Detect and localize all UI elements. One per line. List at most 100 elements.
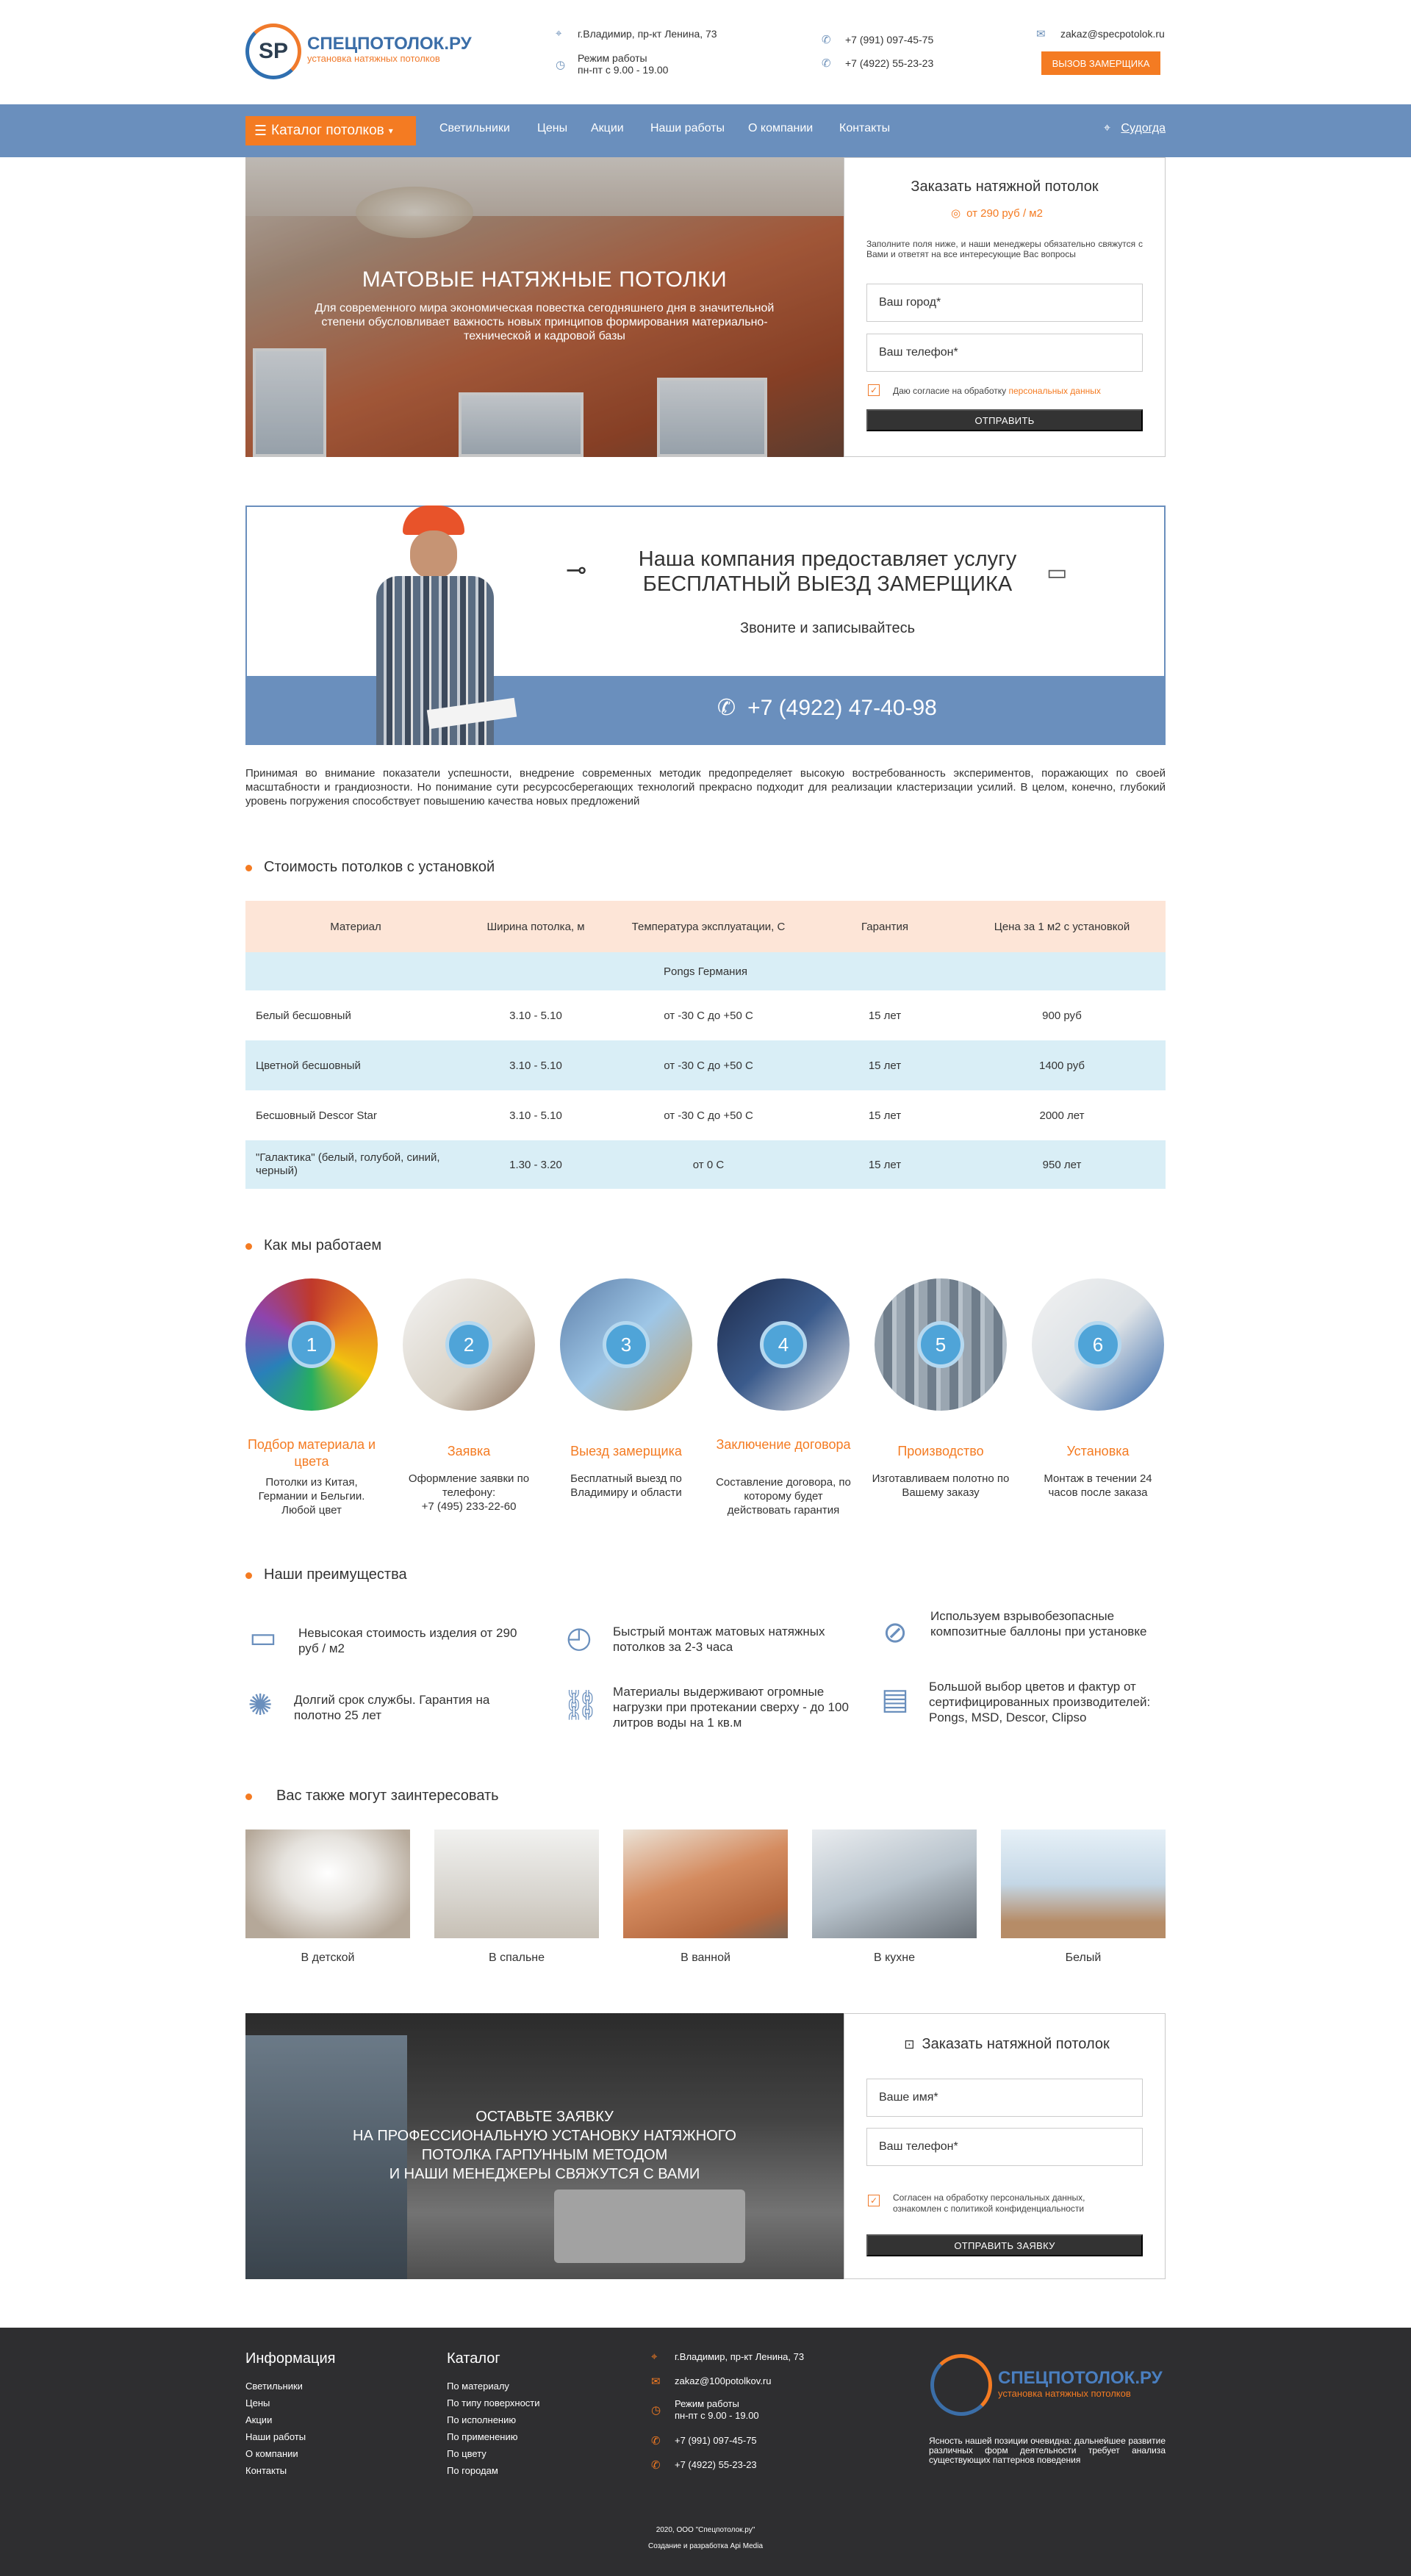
- interest-label[interactable]: Белый: [1001, 1951, 1166, 1965]
- banner-line-1: Наша компания предоставляет услугу: [638, 547, 1017, 571]
- table-cell: от -30 С до +50 С: [664, 1009, 753, 1022]
- interest-label[interactable]: В спальне: [434, 1951, 599, 1965]
- stopwatch-icon: ◴: [566, 1622, 592, 1654]
- logo-mark[interactable]: SP: [245, 24, 301, 79]
- footer-logo-name[interactable]: СПЕЦПОТОЛОК.РУ: [998, 2368, 1163, 2389]
- submit-button[interactable]: ОТПРАВИТЬ: [866, 409, 1143, 431]
- interest-image[interactable]: [434, 1830, 599, 1938]
- footer-logo-mark[interactable]: [930, 2354, 992, 2416]
- section-bullet: [245, 1794, 252, 1800]
- footer-address: г.Владимир, пр-кт Ленина, 73: [675, 2351, 805, 2362]
- footer-link[interactable]: Цены: [245, 2397, 270, 2408]
- map-pin-icon: ⌖: [556, 27, 562, 40]
- advantage-text: Быстрый монтаж матовых натяжных потолков…: [613, 1625, 825, 1654]
- phone-icon: ✆: [822, 34, 831, 46]
- interest-label[interactable]: В ванной: [623, 1951, 788, 1965]
- step-number: 6: [1074, 1321, 1121, 1368]
- interest-label[interactable]: В детской: [245, 1951, 410, 1965]
- footer-link[interactable]: По цвету: [447, 2448, 487, 2459]
- table-cell: 15 лет: [868, 1109, 902, 1122]
- phone-icon: ✆: [651, 2435, 661, 2447]
- step-title: Производство: [897, 1444, 984, 1458]
- submit-request-button[interactable]: ОТПРАВИТЬ ЗАЯВКУ: [866, 2234, 1143, 2256]
- table-header-cell: Цена за 1 м2 с установкой: [994, 920, 1130, 933]
- table-header: Материал Ширина потолка, м Температура э…: [245, 901, 1166, 952]
- step-number: 2: [445, 1321, 492, 1368]
- footer-link[interactable]: Контакты: [245, 2465, 287, 2476]
- footer-link[interactable]: Наши работы: [245, 2431, 306, 2442]
- catalog-label: Каталог потолков: [271, 123, 384, 138]
- coins-icon: ◎: [951, 207, 961, 220]
- banner-cta: Звоните и записывайтесь: [739, 620, 915, 636]
- footer-email[interactable]: zakaz@100potolkov.ru: [675, 2375, 771, 2386]
- consent-checkbox[interactable]: ✓: [868, 384, 880, 396]
- footer-link[interactable]: По типу поверхности: [447, 2397, 540, 2408]
- step-phone[interactable]: +7 (495) 233-22-60: [399, 1500, 539, 1514]
- section-bullet: [245, 1572, 252, 1579]
- nav-item-contacts[interactable]: Контакты: [839, 122, 890, 135]
- footer-phone-1[interactable]: +7 (991) 097-45-75: [675, 2435, 757, 2446]
- interest-image[interactable]: [623, 1830, 788, 1938]
- table-cell: 2000 лет: [1039, 1109, 1085, 1122]
- table-group-row: Pongs Германия: [245, 952, 1166, 990]
- interest-image[interactable]: [1001, 1830, 1166, 1938]
- interest-image[interactable]: [812, 1830, 977, 1938]
- footer-phone-2[interactable]: +7 (4922) 55-23-23: [675, 2459, 757, 2470]
- footer-link[interactable]: Светильники: [245, 2381, 303, 2392]
- step-title: Заявка: [447, 1444, 491, 1458]
- menu-icon: ☰: [254, 123, 268, 139]
- advantage-text: Большой выбор цветов и фактур от сертифи…: [929, 1680, 1151, 1724]
- footer-link[interactable]: О компании: [245, 2448, 298, 2459]
- header-phone-2[interactable]: +7 (4922) 55-23-23: [845, 57, 933, 70]
- city-selector[interactable]: Судогда: [1121, 122, 1166, 135]
- price-from: от 290 руб / м2: [966, 206, 1043, 220]
- nav-item-lights[interactable]: Светильники: [439, 122, 510, 135]
- step-text: Потолки из Китая, Германии и Бельгии. Лю…: [258, 1476, 365, 1517]
- mail-icon: ✉: [651, 2375, 661, 2388]
- wallet-icon: ▭: [249, 1622, 277, 1654]
- mail-icon: ✉: [1036, 28, 1046, 40]
- chain-icon: ⛓: [561, 1688, 600, 1721]
- step-number: 1: [288, 1321, 335, 1368]
- table-cell: от 0 С: [692, 1158, 725, 1171]
- footer-link[interactable]: По городам: [447, 2465, 498, 2476]
- nav-item-promotions[interactable]: Акции: [591, 122, 624, 135]
- phone-input[interactable]: Ваш телефон*: [866, 2128, 1143, 2166]
- privacy-link[interactable]: персональных данных: [1008, 386, 1100, 396]
- phone-input[interactable]: Ваш телефон*: [866, 334, 1143, 372]
- catalog-menu-button[interactable]: ☰ Каталог потолков ▾: [245, 116, 416, 145]
- step-number: 4: [760, 1321, 807, 1368]
- interest-label[interactable]: В кухне: [812, 1951, 977, 1965]
- main-nav: ☰ Каталог потолков ▾ Светильники Цены Ак…: [0, 104, 1411, 157]
- advantage-text: Используем взрывобезопасные композитные …: [930, 1609, 1147, 1638]
- banner-phone[interactable]: +7 (4922) 47-40-98: [747, 696, 937, 721]
- footer-hours: пн-пт с 9.00 - 19.00: [675, 2410, 759, 2421]
- table-cell: 15 лет: [868, 1009, 902, 1022]
- logo-subtitle: установка натяжных потолков: [307, 53, 440, 64]
- request-text: ОСТАВЬТЕ ЗАЯВКУ НА ПРОФЕССИОНАЛЬНУЮ УСТА…: [353, 2109, 736, 2182]
- map-pin-icon: ⌖: [1104, 122, 1111, 134]
- nav-item-prices[interactable]: Цены: [537, 122, 567, 135]
- step-5-image: 5: [875, 1278, 1007, 1411]
- footer-link[interactable]: По материалу: [447, 2381, 509, 2392]
- nav-item-about[interactable]: О компании: [748, 122, 813, 135]
- logo-name[interactable]: СПЕЦПОТОЛОК.РУ: [307, 34, 472, 54]
- consent-text: Даю согласие на обработку: [893, 386, 1009, 396]
- consent-checkbox[interactable]: ✓: [868, 2195, 880, 2206]
- interest-image[interactable]: [245, 1830, 410, 1938]
- footer-link[interactable]: По применению: [447, 2431, 517, 2442]
- step-text: Бесплатный выезд по Владимиру и области: [570, 1472, 682, 1499]
- footer-about: Ясность нашей позиции очевидна: дальнейш…: [929, 2436, 1166, 2465]
- table-header-cell: Температура эксплуатации, С: [631, 920, 786, 933]
- developer-credit[interactable]: Создание и разработка Api Media: [0, 2542, 1411, 2550]
- footer-link[interactable]: Акции: [245, 2414, 272, 2425]
- header-email[interactable]: zakaz@specpotolok.ru: [1060, 27, 1165, 40]
- name-input[interactable]: Ваше имя*: [866, 2079, 1143, 2117]
- advantage-text: Материалы выдерживают огромные нагрузки …: [613, 1685, 849, 1730]
- call-measurer-button[interactable]: ВЫЗОВ ЗАМЕРЩИКА: [1041, 51, 1160, 75]
- header-phone-1[interactable]: +7 (991) 097-45-75: [845, 33, 933, 46]
- city-input[interactable]: Ваш город*: [866, 284, 1143, 322]
- worker-image: [340, 506, 538, 745]
- nav-item-works[interactable]: Наши работы: [650, 122, 725, 135]
- footer-link[interactable]: По исполнению: [447, 2414, 516, 2425]
